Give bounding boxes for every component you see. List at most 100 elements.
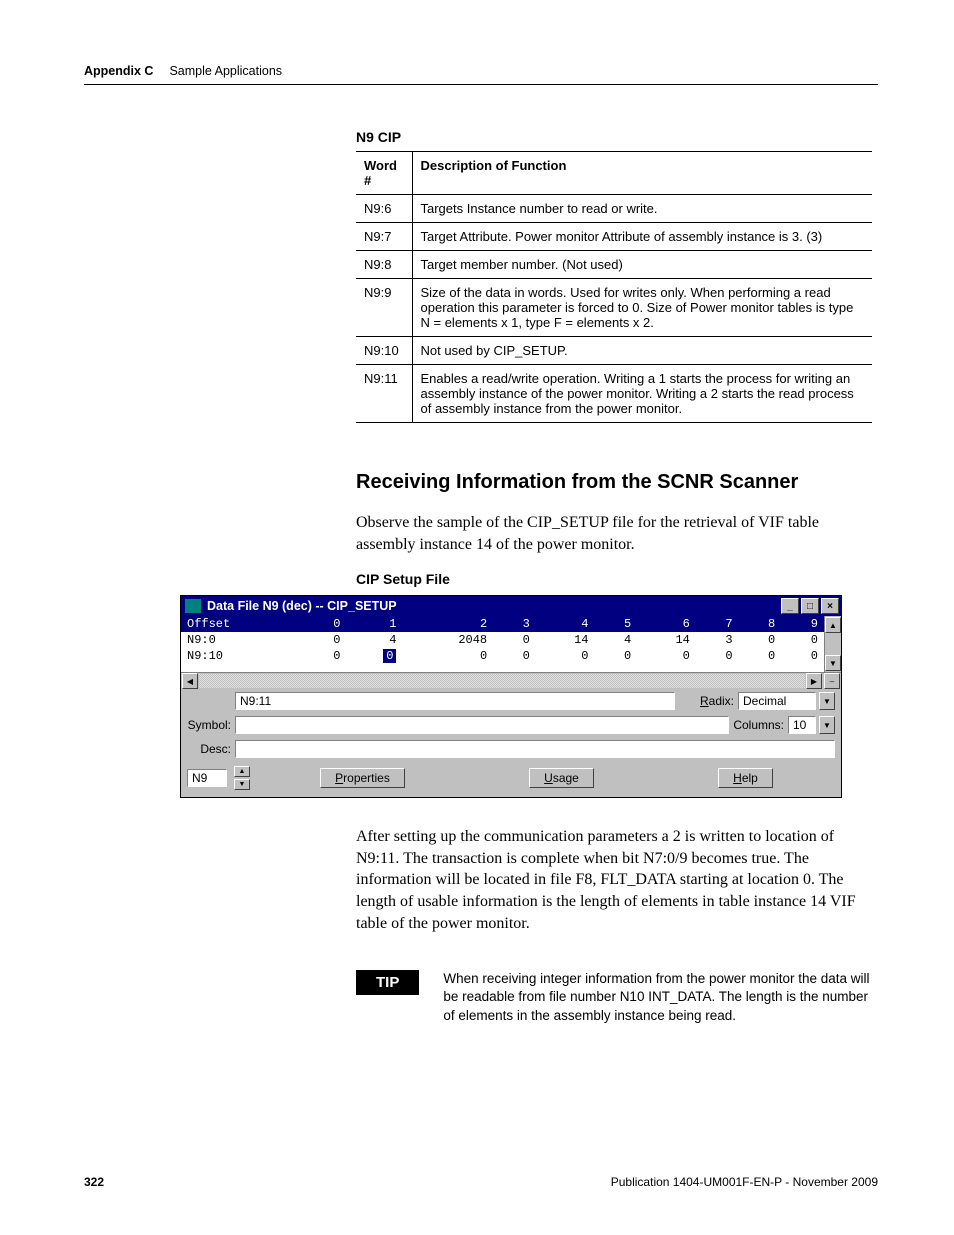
header-rule <box>84 84 878 85</box>
grid-cell[interactable]: 0 <box>304 632 347 648</box>
grid-cell[interactable]: 14 <box>536 632 595 648</box>
grid-row[interactable]: N9:0042048014414300 <box>181 632 824 648</box>
th-desc: Description of Function <box>412 152 872 195</box>
data-file-window: Data File N9 (dec) -- CIP_SETUP _ □ × Of… <box>180 595 842 798</box>
file-field[interactable]: N9 <box>187 769 227 787</box>
close-button[interactable]: × <box>821 598 839 614</box>
scroll-left-icon[interactable]: ◀ <box>182 673 198 689</box>
grid-row-label: N9:10 <box>181 648 304 664</box>
table-row: N9:9Size of the data in words. Used for … <box>356 279 872 337</box>
radix-dropdown-icon[interactable]: ▼ <box>819 692 835 710</box>
scroll-up-icon[interactable]: ▲ <box>825 617 841 633</box>
data-grid[interactable]: Offset0123456789 N9:0042048014414300N9:1… <box>181 616 824 664</box>
section-heading: Receiving Information from the SCNR Scan… <box>356 471 878 494</box>
grid-cell[interactable]: 0 <box>696 648 739 664</box>
desc-label: Desc: <box>187 742 231 756</box>
figure-caption: CIP Setup File <box>356 571 878 587</box>
desc-cell: Targets Instance number to read or write… <box>412 195 872 223</box>
grid-header-cell: 6 <box>637 616 696 632</box>
tip-text: When receiving integer information from … <box>443 970 878 1025</box>
grid-cell[interactable]: 0 <box>781 648 824 664</box>
spin-up-icon[interactable]: ▲ <box>234 766 250 777</box>
maximize-button[interactable]: □ <box>801 598 819 614</box>
grid-cell[interactable]: 2048 <box>402 632 493 648</box>
word-cell: N9:9 <box>356 279 412 337</box>
word-cell: N9:11 <box>356 365 412 423</box>
grid-cell[interactable]: 14 <box>637 632 696 648</box>
table-row: N9:7Target Attribute. Power monitor Attr… <box>356 223 872 251</box>
horizontal-scrollbar[interactable]: ◀ ▶ – <box>181 672 841 689</box>
publication-id: Publication 1404-UM001F-EN-P - November … <box>611 1175 878 1189</box>
th-word: Word # <box>356 152 412 195</box>
followup-paragraph: After setting up the communication param… <box>356 826 878 934</box>
grid-header-cell: 5 <box>595 616 638 632</box>
symbol-label: Symbol: <box>187 718 231 732</box>
grid-cell[interactable]: 4 <box>346 632 402 648</box>
grid-header-cell: 9 <box>781 616 824 632</box>
grid-header-cell: 3 <box>493 616 536 632</box>
desc-cell: Enables a read/write operation. Writing … <box>412 365 872 423</box>
help-button[interactable]: Help <box>718 768 773 788</box>
grid-cell[interactable]: 0 <box>536 648 595 664</box>
grid-cell[interactable]: 4 <box>595 632 638 648</box>
vertical-scrollbar[interactable]: ▲ ▼ <box>824 616 841 672</box>
desc-cell: Target member number. (Not used) <box>412 251 872 279</box>
table-row: N9:8Target member number. (Not used) <box>356 251 872 279</box>
grid-cell[interactable]: 0 <box>493 632 536 648</box>
tip-block: TIP When receiving integer information f… <box>356 970 878 1025</box>
section-label: Sample Applications <box>169 64 282 78</box>
word-cell: N9:10 <box>356 337 412 365</box>
grid-header-cell: 0 <box>304 616 347 632</box>
tip-badge: TIP <box>356 970 419 995</box>
properties-button[interactable]: Properties <box>320 768 405 788</box>
app-icon <box>185 599 201 613</box>
desc-cell: Target Attribute. Power monitor Attribut… <box>412 223 872 251</box>
grid-cell[interactable]: 3 <box>696 632 739 648</box>
grid-header-cell: 2 <box>402 616 493 632</box>
page-number: 322 <box>84 1175 104 1189</box>
scroll-down-icon[interactable]: ▼ <box>825 655 841 671</box>
file-spinner[interactable]: ▲ ▼ <box>234 765 250 791</box>
grid-cell[interactable]: 0 <box>595 648 638 664</box>
desc-cell: Size of the data in words. Used for writ… <box>412 279 872 337</box>
grid-cell[interactable]: 0 <box>493 648 536 664</box>
desc-field[interactable] <box>235 740 835 758</box>
window-titlebar[interactable]: Data File N9 (dec) -- CIP_SETUP _ □ × <box>181 596 841 616</box>
grid-cell[interactable]: 0 <box>402 648 493 664</box>
page-footer: 322 Publication 1404-UM001F-EN-P - Novem… <box>84 1175 878 1189</box>
grid-cell[interactable]: 0 <box>781 632 824 648</box>
address-field[interactable]: N9:11 <box>235 692 675 710</box>
word-cell: N9:8 <box>356 251 412 279</box>
grid-cell[interactable]: 0 <box>304 648 347 664</box>
columns-field[interactable]: 10 <box>788 716 816 734</box>
grid-cell[interactable]: 0 <box>637 648 696 664</box>
radix-select[interactable]: Decimal <box>738 692 816 710</box>
scroll-right-icon[interactable]: ▶ <box>806 673 822 689</box>
grid-cell[interactable]: 0 <box>739 632 782 648</box>
desc-cell: Not used by CIP_SETUP. <box>412 337 872 365</box>
radix-label: Radix: <box>700 694 734 708</box>
word-cell: N9:6 <box>356 195 412 223</box>
table-row: N9:6Targets Instance number to read or w… <box>356 195 872 223</box>
columns-dropdown-icon[interactable]: ▼ <box>819 716 835 734</box>
symbol-field[interactable] <box>235 716 729 734</box>
grid-row[interactable]: N9:100000000000 <box>181 648 824 664</box>
grid-header-cell: 1 <box>346 616 402 632</box>
grid-header-cell: 8 <box>739 616 782 632</box>
running-head: Appendix C Sample Applications <box>84 64 878 78</box>
appendix-label: Appendix C <box>84 64 153 78</box>
n9-cip-table: Word # Description of Function N9:6Targe… <box>356 151 872 423</box>
spin-down-icon[interactable]: ▼ <box>234 779 250 790</box>
minimize-button[interactable]: _ <box>781 598 799 614</box>
table-caption: N9 CIP <box>356 129 878 145</box>
window-title: Data File N9 (dec) -- CIP_SETUP <box>207 599 397 613</box>
scroll-end-icon[interactable]: – <box>824 673 840 689</box>
columns-label: Columns: <box>733 718 784 732</box>
grid-header-cell: 4 <box>536 616 595 632</box>
table-row: N9:11Enables a read/write operation. Wri… <box>356 365 872 423</box>
usage-button[interactable]: Usage <box>529 768 594 788</box>
grid-cell[interactable]: 0 <box>346 648 402 664</box>
grid-header-cell: Offset <box>181 616 304 632</box>
grid-cell[interactable]: 0 <box>739 648 782 664</box>
intro-paragraph: Observe the sample of the CIP_SETUP file… <box>356 512 878 555</box>
